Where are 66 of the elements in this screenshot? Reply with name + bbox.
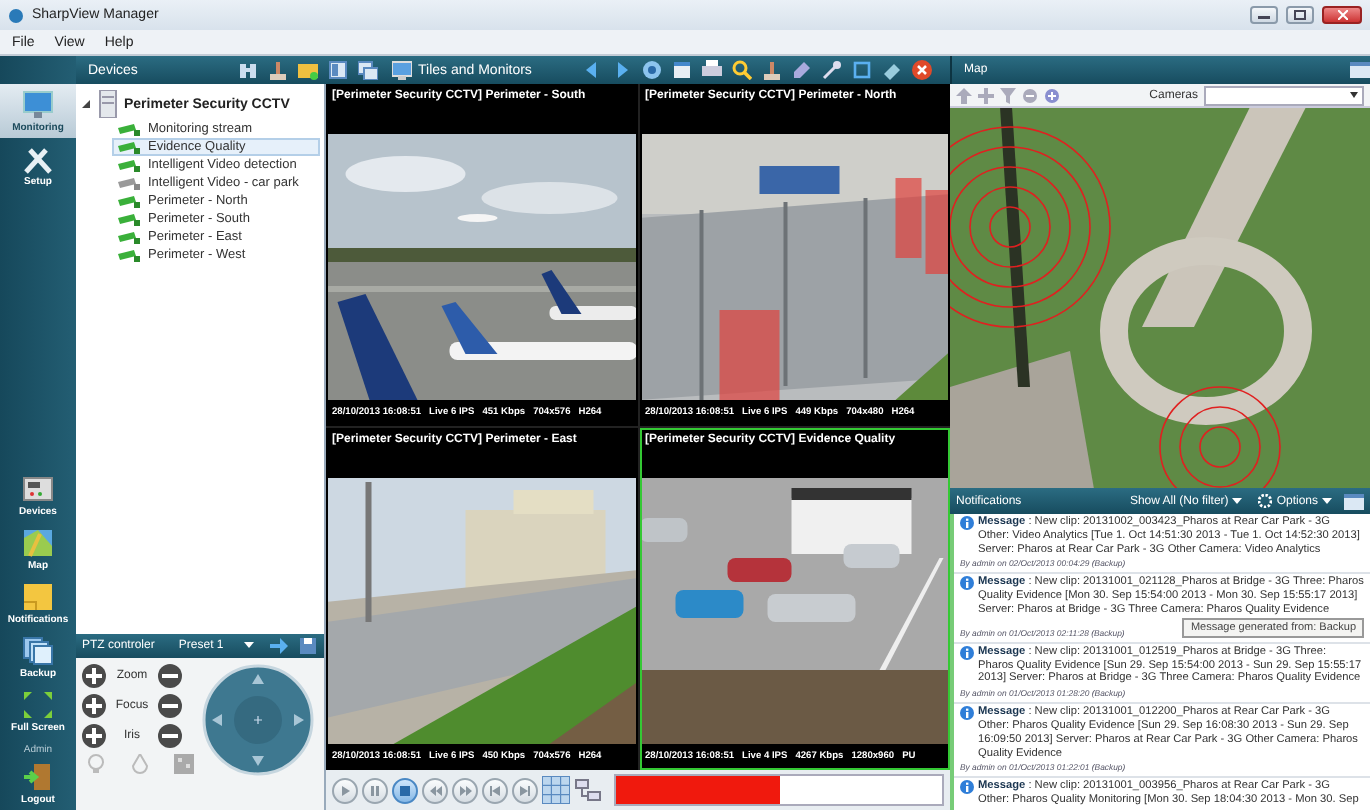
info-icon bbox=[960, 576, 974, 591]
minimize-icon bbox=[1258, 11, 1270, 19]
note-icon bbox=[22, 582, 54, 612]
fast-forward-icon bbox=[459, 785, 471, 795]
pause-button[interactable] bbox=[362, 777, 388, 803]
restore-button[interactable] bbox=[1286, 6, 1314, 24]
info-icon bbox=[960, 706, 974, 721]
window-icon[interactable] bbox=[1344, 491, 1364, 511]
pause-icon bbox=[370, 785, 380, 795]
search-icon[interactable] bbox=[732, 60, 752, 80]
close-button[interactable] bbox=[1322, 6, 1362, 24]
skip-forward-button[interactable] bbox=[512, 777, 538, 803]
close-icon bbox=[1337, 10, 1347, 20]
door-icon bbox=[22, 762, 54, 792]
folder-icon[interactable] bbox=[298, 60, 318, 80]
play-icon bbox=[340, 785, 350, 795]
plus-icon bbox=[86, 668, 102, 684]
crop-icon[interactable] bbox=[852, 60, 872, 80]
stop-icon bbox=[400, 785, 410, 795]
info-icon bbox=[960, 780, 974, 795]
play-button[interactable] bbox=[332, 777, 358, 803]
skip-back-button[interactable] bbox=[482, 777, 508, 803]
collapse-icon[interactable] bbox=[80, 98, 92, 110]
caret-icon bbox=[1322, 497, 1332, 505]
device-icon bbox=[22, 474, 54, 504]
tools-icon bbox=[22, 144, 54, 174]
minus-button[interactable] bbox=[158, 664, 182, 688]
gear-icon bbox=[1258, 494, 1273, 508]
left-arrow-icon[interactable] bbox=[582, 60, 602, 80]
caret-icon bbox=[244, 642, 254, 650]
minus-button[interactable] bbox=[158, 724, 182, 748]
caret-icon bbox=[1232, 497, 1243, 505]
backup-icon bbox=[22, 636, 54, 666]
monitor-icon bbox=[392, 60, 412, 80]
joystick-drawing[interactable] bbox=[202, 664, 314, 776]
fast-forward-button[interactable] bbox=[452, 777, 478, 803]
info-icon bbox=[960, 645, 974, 660]
plus-icon bbox=[86, 728, 102, 744]
rewind-button[interactable] bbox=[422, 777, 448, 803]
app-icon bbox=[8, 7, 24, 23]
zoom-in-icon[interactable] bbox=[1044, 87, 1060, 103]
plus-icon bbox=[86, 698, 102, 714]
go-arrow-icon[interactable] bbox=[270, 636, 290, 656]
expand-icon bbox=[22, 690, 54, 720]
window-icon[interactable] bbox=[1350, 60, 1370, 80]
minimize-button[interactable] bbox=[1250, 6, 1278, 24]
plus-button[interactable] bbox=[82, 724, 106, 748]
stop-button[interactable] bbox=[392, 777, 418, 803]
minus-button[interactable] bbox=[158, 694, 182, 718]
map-icon bbox=[22, 528, 54, 558]
caret-icon bbox=[1350, 92, 1358, 98]
save-icon[interactable] bbox=[298, 636, 318, 656]
layout-icon[interactable] bbox=[574, 776, 602, 804]
server-icon bbox=[98, 90, 118, 118]
close-icon[interactable] bbox=[912, 60, 932, 80]
skip-back-icon bbox=[490, 785, 500, 795]
skip-forward-icon bbox=[520, 785, 530, 795]
windows-icon[interactable] bbox=[358, 60, 378, 80]
plus-button[interactable] bbox=[82, 664, 106, 688]
printer-icon[interactable] bbox=[702, 60, 722, 80]
right-arrow-icon[interactable] bbox=[612, 60, 632, 80]
monitor-icon bbox=[22, 90, 54, 120]
rewind-icon bbox=[429, 785, 441, 795]
layout-icon[interactable] bbox=[328, 60, 348, 80]
restore-icon bbox=[1294, 10, 1306, 20]
plus-button[interactable] bbox=[82, 694, 106, 718]
